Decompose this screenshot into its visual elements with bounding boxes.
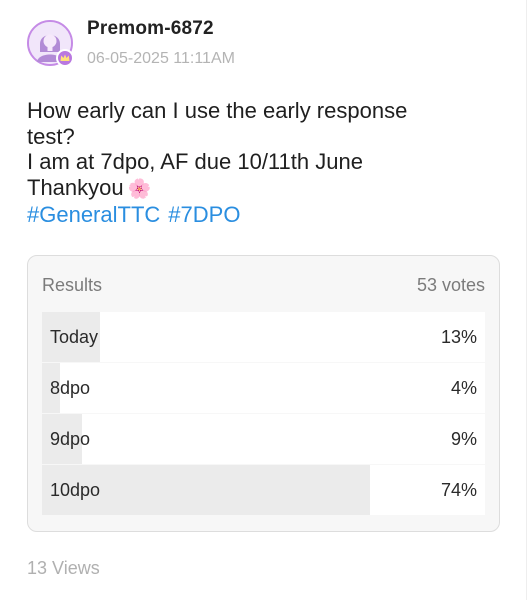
poll-option-percent: 9% bbox=[450, 429, 477, 449]
post-timestamp: 06-05-2025 11:11AM bbox=[87, 50, 235, 67]
post-body-line: I am at 7dpo, AF due 10/11th June bbox=[27, 149, 363, 174]
view-count: 13 Views bbox=[27, 558, 100, 578]
post-body-line: How early can I use the early response bbox=[27, 98, 408, 123]
poll-options: Today 13% 8dpo 4% 9dpo 9% 10dpo 74% bbox=[42, 312, 485, 516]
poll-option-percent: 13% bbox=[440, 327, 477, 347]
hashtag-list: #GeneralTTC #7DPO bbox=[27, 202, 497, 228]
poll-option: Today 13% bbox=[42, 312, 485, 362]
poll-option-percent: 4% bbox=[450, 378, 477, 398]
poll-option-label: 8dpo bbox=[50, 378, 91, 398]
post-body-line: test? bbox=[27, 123, 75, 149]
hashtag-link[interactable]: #GeneralTTC bbox=[27, 202, 160, 227]
poll-header: Results 53 votes bbox=[42, 275, 485, 296]
poll-option-label: Today bbox=[50, 327, 99, 347]
crown-icon bbox=[56, 49, 74, 67]
hashtag-link[interactable]: #7DPO bbox=[168, 202, 240, 227]
poll-option-label: 10dpo bbox=[50, 480, 101, 500]
post-body: How early can I use the early response t… bbox=[27, 98, 497, 228]
username[interactable]: Premom-6872 bbox=[87, 18, 214, 40]
flower-emoji: 🌸 bbox=[127, 178, 152, 200]
poll-results: Results 53 votes Today 13% 8dpo 4% 9dpo … bbox=[27, 255, 500, 532]
poll-option: 8dpo 4% bbox=[42, 363, 485, 413]
post-body-thanks-text: Thankyou bbox=[27, 174, 124, 200]
poll-option-percent: 74% bbox=[440, 480, 477, 500]
poll-option: 10dpo 74% bbox=[42, 465, 485, 515]
poll-option: 9dpo 9% bbox=[42, 414, 485, 464]
post-card: Premom-6872 06-05-2025 11:11AM How early… bbox=[0, 0, 527, 600]
post-body-line-thanks: Thankyou 🌸 bbox=[27, 175, 497, 203]
poll-vote-count: 53 votes bbox=[416, 275, 485, 295]
poll-option-label: 9dpo bbox=[50, 429, 91, 449]
poll-results-label: Results bbox=[42, 275, 103, 295]
